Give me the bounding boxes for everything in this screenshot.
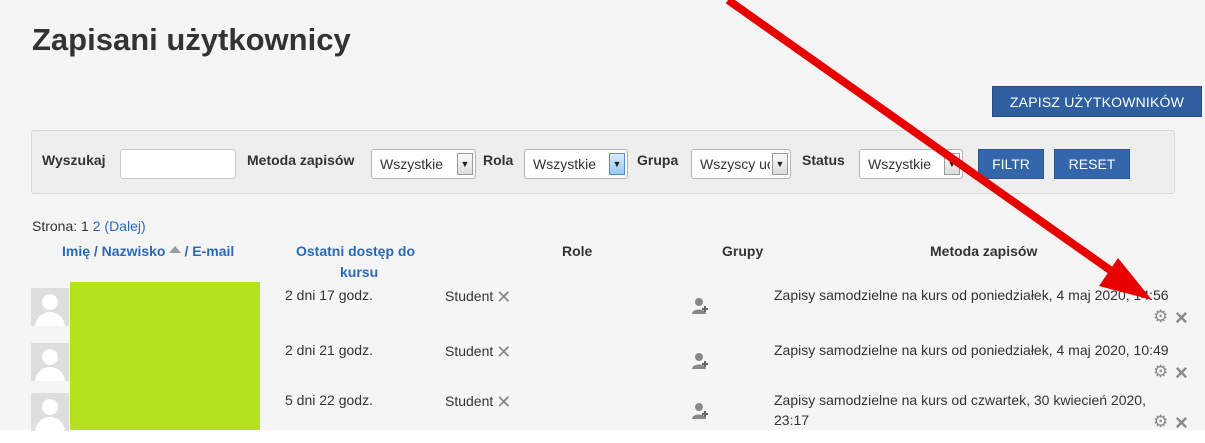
method-select-value: Wszystkie [380, 156, 443, 172]
enrol-method-line1: Zapisy samodzielne na kurs od poniedział… [774, 287, 1169, 303]
filter-bar: Wyszukaj Metoda zapisów Wszystkie ▼ Rola… [31, 130, 1175, 194]
avatar [31, 393, 69, 431]
gear-icon[interactable]: ⚙ [1153, 362, 1168, 382]
role-filter-label: Rola [483, 152, 514, 168]
role-badge: Student ✕ [445, 392, 512, 412]
group-select-value: Wszyscy uc [700, 156, 770, 172]
group-filter-label: Grupa [637, 152, 679, 168]
close-icon[interactable]: ✕ [496, 392, 511, 412]
avatar [31, 343, 69, 381]
sort-asc-icon [169, 246, 182, 253]
avatar [31, 288, 69, 326]
redaction-block [70, 282, 260, 430]
method-select[interactable]: Wszystkie ▼ [371, 149, 476, 179]
column-header-method: Metoda zapisów [930, 243, 1038, 259]
column-header-last-access[interactable]: Ostatni dostęp do [296, 243, 415, 259]
column-header-email[interactable]: / E-mail [184, 243, 234, 259]
role-select[interactable]: Wszystkie ▼ [524, 149, 628, 179]
filter-button[interactable]: FILTR [978, 149, 1044, 179]
role-badge: Student ✕ [445, 342, 512, 362]
status-filter-label: Status [802, 152, 845, 168]
column-header-last-access-line2[interactable]: kursu [340, 264, 378, 280]
page-title: Zapisani użytkownicy [32, 22, 351, 57]
pagination-label: Strona: [32, 218, 78, 234]
last-access: 2 dni 17 godz. [285, 287, 373, 303]
search-label: Wyszukaj [42, 152, 106, 168]
column-header-groups: Grupy [722, 243, 764, 259]
method-filter-label: Metoda zapisów [247, 152, 355, 168]
reset-button[interactable]: RESET [1054, 149, 1130, 179]
enrolled-users-page: Zapisani użytkownicy ZAPISZ UŻYTKOWNIKÓW… [0, 0, 1205, 435]
enrol-users-button[interactable]: ZAPISZ UŻYTKOWNIKÓW [992, 86, 1202, 117]
add-user-icon[interactable] [691, 297, 709, 315]
chevron-down-icon[interactable]: ▼ [609, 153, 625, 175]
last-access: 5 dni 22 godz. [285, 392, 373, 408]
group-select[interactable]: Wszyscy uc ▼ [691, 149, 791, 179]
enrol-method-line2: 23:17 [774, 412, 810, 428]
close-icon[interactable]: × [1175, 410, 1188, 436]
role-select-value: Wszystkie [533, 156, 596, 172]
pagination-next[interactable]: (Dalej) [104, 218, 145, 234]
row-actions: ⚙ × [1153, 305, 1201, 330]
enrol-method-line1: Zapisy samodzielne na kurs od czwartek, … [774, 392, 1146, 408]
column-header-name[interactable]: Imię / Nazwisko / E-mail [62, 243, 234, 259]
row-actions: ⚙ × [1153, 410, 1201, 435]
chevron-down-icon[interactable]: ▼ [457, 153, 473, 175]
pagination: Strona: 1 2 (Dalej) [32, 218, 146, 234]
pagination-page-1: 1 [81, 218, 89, 234]
add-user-icon[interactable] [691, 352, 709, 370]
status-select[interactable]: Wszystkie ▼ [859, 149, 963, 179]
pagination-page-2[interactable]: 2 [93, 218, 101, 234]
close-icon[interactable]: × [1175, 360, 1188, 386]
close-icon[interactable]: × [1175, 305, 1188, 331]
close-icon[interactable]: ✕ [496, 342, 511, 362]
add-user-icon[interactable] [691, 402, 709, 420]
chevron-down-icon[interactable]: ▼ [772, 153, 788, 175]
close-icon[interactable]: ✕ [496, 287, 511, 307]
role-badge: Student ✕ [445, 287, 512, 307]
status-select-value: Wszystkie [868, 156, 931, 172]
enrol-method-line1: Zapisy samodzielne na kurs od poniedział… [774, 342, 1169, 358]
chevron-down-icon[interactable]: ▼ [944, 153, 960, 175]
column-header-roles: Role [562, 243, 593, 259]
gear-icon[interactable]: ⚙ [1153, 412, 1168, 432]
row-actions: ⚙ × [1153, 360, 1201, 385]
gear-icon[interactable]: ⚙ [1153, 307, 1168, 327]
last-access: 2 dni 21 godz. [285, 342, 373, 358]
search-input[interactable] [120, 149, 236, 179]
